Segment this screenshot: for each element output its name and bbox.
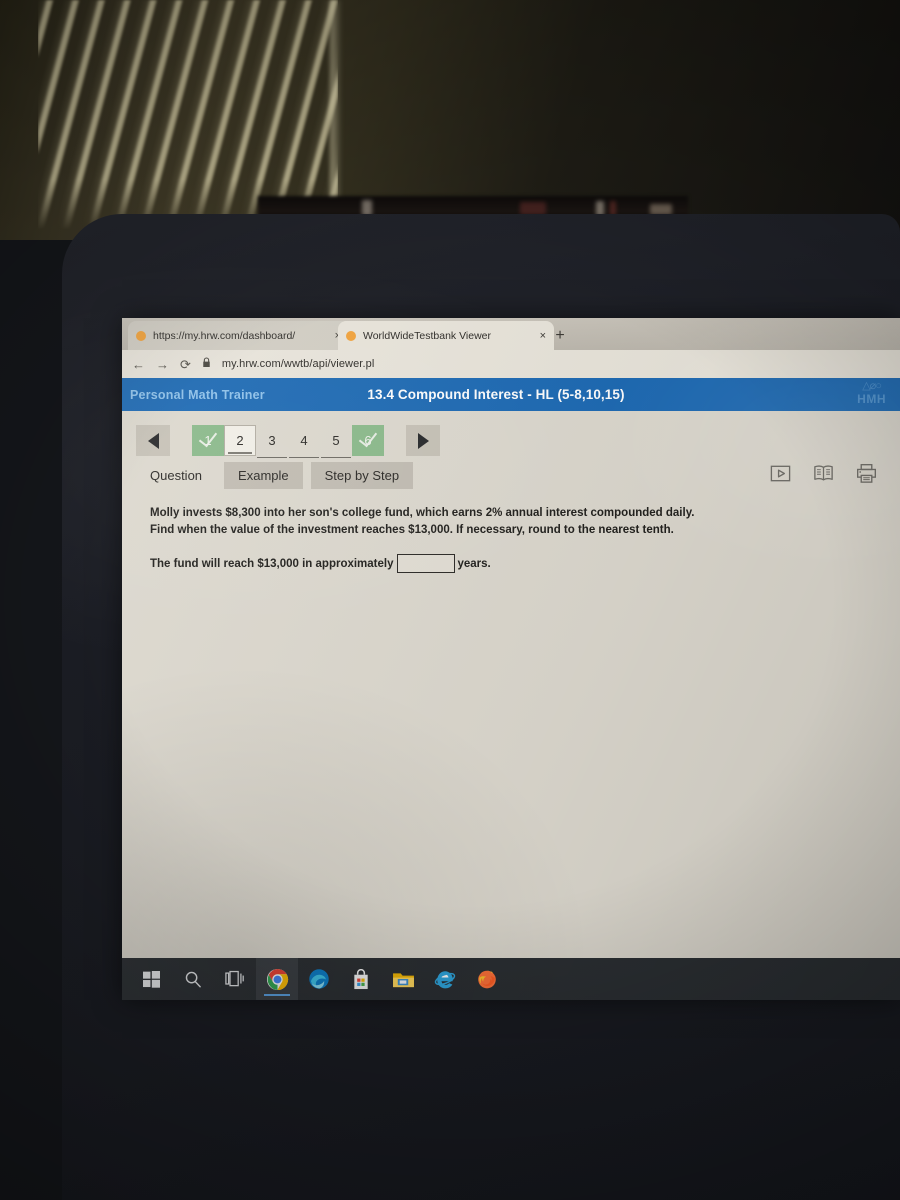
favicon-icon (136, 330, 146, 341)
browser-tab-dashboard[interactable]: https://my.hrw.com/dashboard/ × (128, 321, 349, 350)
tab-question[interactable]: Question (136, 462, 216, 489)
printer-icon[interactable] (855, 462, 878, 485)
taskbar-item-edge[interactable] (298, 958, 340, 1000)
start-button[interactable] (130, 958, 172, 1000)
question-number-1[interactable]: 1 (192, 425, 224, 456)
windows-taskbar (122, 958, 900, 1000)
taskbar-item-store[interactable] (340, 958, 382, 1000)
check-icon (358, 427, 378, 448)
forward-icon[interactable]: → (156, 358, 169, 371)
question-number-3[interactable]: 3 (256, 425, 288, 458)
view-tabs: Question Example Step by Step (122, 456, 900, 489)
laptop-screen: https://my.hrw.com/dashboard/ × WorldWid… (122, 318, 900, 1000)
question-number-4[interactable]: 4 (288, 425, 320, 458)
question-number-5[interactable]: 5 (320, 425, 352, 458)
prev-question-button[interactable] (136, 425, 170, 456)
question-pager: 1 2 3 4 5 6 (122, 411, 900, 458)
question-number-label: 4 (300, 433, 308, 448)
tool-icons (769, 462, 878, 485)
taskbar-item-file-explorer[interactable] (382, 958, 424, 1000)
question-prompt: Molly invests $8,300 into her son's coll… (150, 507, 695, 536)
new-tab-button[interactable]: + (550, 326, 570, 346)
taskbar-item-chrome[interactable] (256, 958, 298, 1000)
app-header: Personal Math Trainer 13.4 Compound Inte… (122, 378, 900, 411)
question-number-2[interactable]: 2 (224, 425, 256, 456)
blind-light-edge (330, 0, 342, 225)
page-content: Personal Math Trainer 13.4 Compound Inte… (122, 378, 900, 1000)
question-number-label: 2 (236, 433, 244, 448)
video-icon[interactable] (769, 462, 792, 485)
taskbar-item-firefox[interactable] (466, 958, 508, 1000)
browser-omnibar: ← → ⟳ my.hrw.com/wwtb/api/viewer.pl (122, 350, 900, 378)
question-number-label: 3 (268, 433, 276, 448)
next-question-button[interactable] (406, 425, 440, 456)
url-text[interactable]: my.hrw.com/wwtb/api/viewer.pl (222, 358, 374, 370)
taskbar-item-internet-explorer[interactable] (424, 958, 466, 1000)
search-icon[interactable] (172, 958, 214, 1000)
question-number-6[interactable]: 6 (352, 425, 384, 456)
reload-icon[interactable]: ⟳ (180, 358, 191, 371)
answer-prefix: The fund will reach $13,000 in approxima… (150, 557, 394, 570)
hmh-mark-icon: △⌀○ (862, 380, 882, 392)
chevron-left-icon (147, 432, 159, 449)
question-number-list: 1 2 3 4 5 6 (192, 425, 384, 458)
tab-example[interactable]: Example (224, 462, 303, 489)
lock-icon (202, 357, 211, 371)
task-view-icon[interactable] (214, 958, 256, 1000)
close-icon[interactable]: × (540, 330, 546, 342)
hmh-logo: △⌀○ HMH (857, 380, 886, 406)
question-number-label: 5 (332, 433, 340, 448)
answer-suffix: years. (457, 557, 491, 570)
back-icon[interactable]: ← (132, 358, 145, 371)
tab-title: https://my.hrw.com/dashboard/ (153, 329, 296, 342)
answer-input[interactable] (396, 554, 455, 574)
hmh-logo-text: HMH (857, 392, 886, 406)
check-icon (198, 427, 218, 448)
tab-title: WorldWideTestbank Viewer (363, 329, 491, 342)
tab-step-by-step[interactable]: Step by Step (310, 462, 414, 489)
chevron-right-icon (417, 432, 429, 449)
browser-tabstrip: https://my.hrw.com/dashboard/ × WorldWid… (122, 318, 900, 350)
answer-line: The fund will reach $13,000 in approxima… (150, 554, 874, 574)
question-body: Molly invests $8,300 into her son's coll… (122, 489, 900, 574)
favicon-icon (346, 330, 356, 341)
book-icon[interactable] (812, 462, 835, 485)
browser-tab-viewer[interactable]: WorldWideTestbank Viewer × (338, 321, 554, 350)
app-brand: Personal Math Trainer (130, 387, 265, 402)
